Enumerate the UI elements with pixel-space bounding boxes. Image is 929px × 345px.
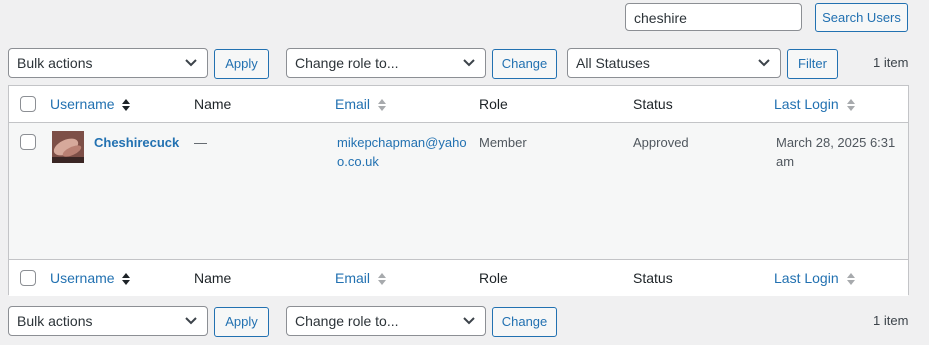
apply-button-top[interactable]: Apply <box>214 49 269 79</box>
change-role-button-top[interactable]: Change <box>492 49 557 79</box>
chevron-down-icon <box>758 59 770 67</box>
search-input-value: cheshire <box>634 10 687 26</box>
column-header-last-login[interactable]: Last Login <box>774 94 856 114</box>
sort-icon <box>846 273 855 286</box>
user-status: Approved <box>633 135 689 150</box>
column-footer-name: Name <box>194 270 232 286</box>
avatar <box>52 131 84 163</box>
row-checkbox[interactable] <box>20 134 36 150</box>
item-count-top: 1 item <box>873 55 909 70</box>
table-header: Username Name Email Role Status Last Log… <box>9 86 908 123</box>
sort-icon <box>846 99 855 112</box>
table-footer: Username Name Email Role Status Last Log… <box>9 259 908 296</box>
users-table: Username Name Email Role Status Last Log… <box>8 85 909 296</box>
column-header-status: Status <box>633 96 673 112</box>
change-role-value: Change role to... <box>295 313 399 329</box>
change-role-select-bottom[interactable]: Change role to... <box>286 306 486 336</box>
change-role-value: Change role to... <box>295 55 399 71</box>
column-header-username[interactable]: Username <box>50 94 131 114</box>
user-email-link[interactable]: mikepchapman@yahoo.co.uk <box>337 133 467 171</box>
chevron-down-icon <box>463 317 475 325</box>
bulk-actions-value: Bulk actions <box>17 313 93 329</box>
avatar-image <box>52 131 84 163</box>
apply-button-bottom[interactable]: Apply <box>214 307 269 337</box>
username-link[interactable]: Cheshirecuck <box>94 133 179 152</box>
column-header-name: Name <box>194 96 232 112</box>
bulk-actions-select-bottom[interactable]: Bulk actions <box>8 306 208 336</box>
chevron-down-icon <box>185 59 197 67</box>
bulk-actions-select-top[interactable]: Bulk actions <box>8 48 208 78</box>
filter-button[interactable]: Filter <box>787 49 838 79</box>
column-footer-last-login[interactable]: Last Login <box>774 268 856 288</box>
user-last-login: March 28, 2025 6:31 am <box>776 135 896 169</box>
search-users-button[interactable]: Search Users <box>815 3 908 32</box>
user-role: Member <box>479 135 527 150</box>
sort-icon <box>377 99 386 112</box>
change-role-select-top[interactable]: Change role to... <box>286 48 486 78</box>
sort-icon <box>377 273 386 286</box>
select-all-checkbox[interactable] <box>20 96 36 112</box>
status-filter-select[interactable]: All Statuses <box>567 48 781 78</box>
column-footer-username[interactable]: Username <box>50 268 131 288</box>
user-name: — <box>194 135 207 150</box>
select-all-checkbox-footer[interactable] <box>20 270 36 286</box>
column-header-email[interactable]: Email <box>335 94 387 114</box>
chevron-down-icon <box>185 317 197 325</box>
search-input[interactable]: cheshire <box>625 3 802 31</box>
column-header-role: Role <box>479 96 508 112</box>
chevron-down-icon <box>463 59 475 67</box>
column-footer-email[interactable]: Email <box>335 268 387 288</box>
bulk-actions-value: Bulk actions <box>17 55 93 71</box>
sort-asc-icon <box>122 273 131 286</box>
sort-asc-icon <box>122 99 131 112</box>
change-role-button-bottom[interactable]: Change <box>492 307 557 337</box>
column-footer-role: Role <box>479 270 508 286</box>
status-filter-value: All Statuses <box>576 55 650 71</box>
column-footer-status: Status <box>633 270 673 286</box>
item-count-bottom: 1 item <box>873 313 909 328</box>
table-row: Cheshirecuck — mikepchapman@yahoo.co.uk … <box>9 123 908 259</box>
